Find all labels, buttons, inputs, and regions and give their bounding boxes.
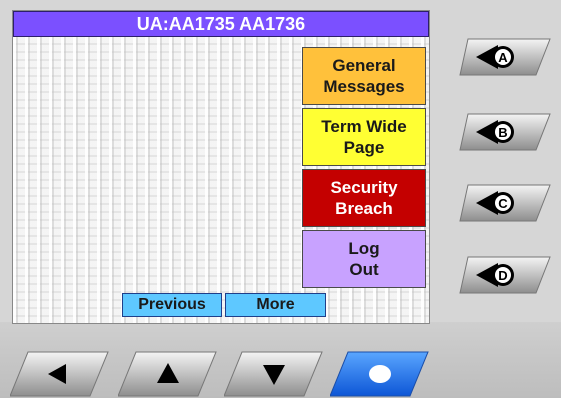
more-button[interactable]: More [225,293,326,317]
general-messages-button[interactable]: General Messages [302,47,426,105]
bottom-key-down[interactable] [224,350,324,398]
side-key-c[interactable]: C [458,183,554,223]
log-out-label: Log Out [348,239,380,279]
general-messages-label: General Messages [323,56,405,96]
previous-label: Previous [138,296,206,313]
bottom-key-up[interactable] [118,350,218,398]
side-key-a-letter: A [498,50,508,65]
side-key-a[interactable]: A [458,37,554,77]
circle-select-icon [369,365,391,383]
side-key-b[interactable]: B [458,112,554,152]
security-breach-button[interactable]: Security Breach [302,169,426,227]
side-key-b-letter: B [498,125,507,140]
log-out-button[interactable]: Log Out [302,230,426,288]
side-key-c-letter: C [498,196,508,211]
title-bar: UA:AA1735 AA1736 [13,11,429,37]
side-key-d[interactable]: D [458,255,554,295]
display-screen: UA:AA1735 AA1736 General Messages Term W… [12,10,430,324]
term-wide-page-label: Term Wide Page [321,117,407,157]
security-breach-label: Security Breach [330,178,398,218]
term-wide-page-button[interactable]: Term Wide Page [302,108,426,166]
side-key-d-letter: D [498,268,507,283]
previous-button[interactable]: Previous [122,293,222,317]
more-label: More [256,296,295,313]
bottom-key-select[interactable] [330,350,430,398]
page-title: UA:AA1735 AA1736 [136,13,306,34]
bottom-key-left[interactable] [10,350,110,398]
